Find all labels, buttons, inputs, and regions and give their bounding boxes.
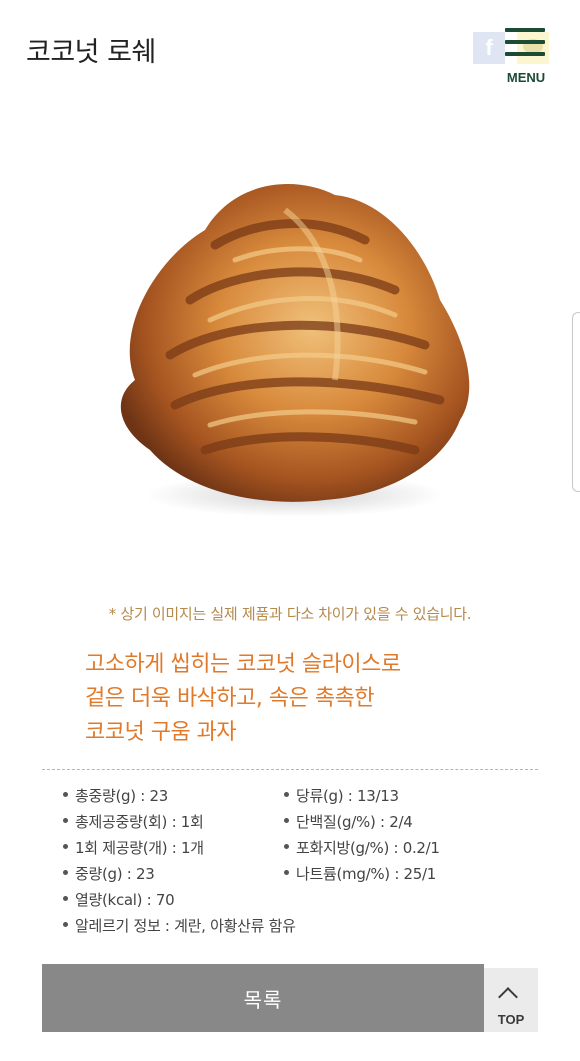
chevron-up-icon — [498, 987, 518, 1007]
product-description: 고소하게 씹히는 코코넛 슬라이스로 겉은 더욱 바삭하고, 속은 촉촉한 코코… — [85, 648, 545, 750]
spec-protein: 단백질(g/%) : 2/4 — [283, 813, 413, 831]
scroll-top-button[interactable]: TOP — [484, 968, 538, 1032]
image-disclaimer: * 상기 이미지는 실제 제품과 다소 차이가 있을 수 있습니다. — [108, 605, 472, 623]
description-line: 고소하게 씹히는 코코넛 슬라이스로 — [85, 652, 401, 677]
description-line: 겉은 더욱 바삭하고, 속은 촉촉한 — [85, 686, 375, 711]
top-label: TOP — [497, 1012, 525, 1027]
hamburger-bar-icon — [505, 28, 545, 32]
product-image — [120, 184, 470, 517]
menu-label: MENU — [506, 70, 546, 85]
list-button[interactable]: 목록 — [42, 964, 484, 1032]
spec-sodium: 나트륨(mg/%) : 25/1 — [283, 865, 437, 883]
spec-total-weight: 총중량(g) : 23 — [62, 787, 169, 805]
description-line: 코코넛 구움 과자 — [85, 720, 237, 745]
hamburger-bar-icon — [505, 40, 545, 44]
page-title: 코코넛 로쉐 — [26, 37, 156, 68]
spec-total-servings: 총제공중량(회) : 1회 — [63, 813, 204, 831]
menu-button[interactable]: MENU — [500, 26, 552, 85]
side-scroll-handle[interactable] — [572, 312, 580, 492]
spec-sugar: 당류(g) : 13/13 — [284, 787, 399, 805]
spec-calories: 열량(kcal) : 70 — [62, 891, 175, 909]
spec-saturated-fat: 포화지방(g/%) : 0.2/1 — [284, 839, 440, 857]
section-divider — [42, 769, 538, 770]
header: 코코넛 로쉐 f MENU — [0, 0, 580, 90]
spec-allergy: 알레르기 정보 : 계란, 아황산류 함유 — [63, 917, 296, 935]
spec-weight: 중량(g) : 23 — [63, 865, 155, 883]
hamburger-bar-icon — [505, 52, 545, 56]
spec-serving-size: 1회 제공량(개) : 1개 — [63, 839, 204, 857]
